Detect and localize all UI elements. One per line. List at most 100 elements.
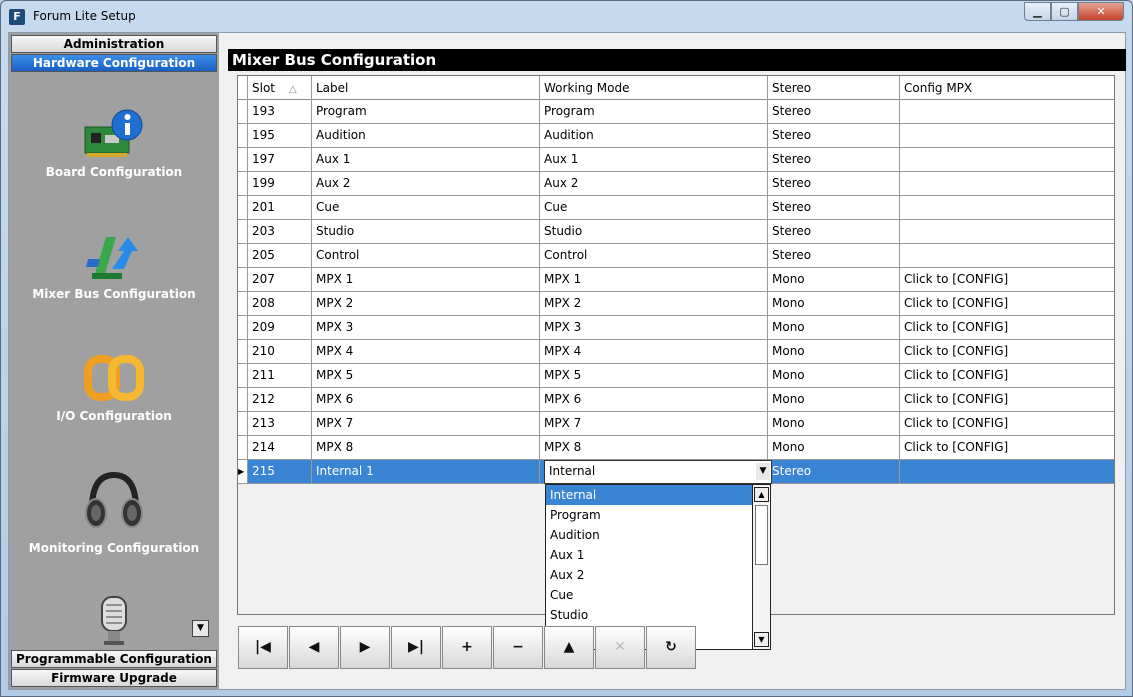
- cell-label[interactable]: MPX 5: [312, 364, 540, 388]
- sidebar-item-monitoring-configuration[interactable]: Monitoring Configuration: [9, 469, 219, 555]
- cell-label[interactable]: MPX 1: [312, 268, 540, 292]
- cell-stereo[interactable]: Stereo: [768, 244, 900, 268]
- sidebar-item-microphone[interactable]: [9, 595, 219, 647]
- cell-working-mode[interactable]: MPX 4: [540, 340, 768, 364]
- cell-slot[interactable]: 193: [248, 100, 312, 124]
- cell-working-mode[interactable]: Audition: [540, 124, 768, 148]
- cell-config-mpx[interactable]: [900, 196, 1114, 220]
- cell-working-mode[interactable]: Aux 2: [540, 172, 768, 196]
- cell-stereo[interactable]: Stereo: [768, 460, 900, 484]
- column-header-config-mpx[interactable]: Config MPX: [900, 76, 1114, 100]
- cell-stereo[interactable]: Stereo: [768, 196, 900, 220]
- cell-working-mode[interactable]: MPX 3: [540, 316, 768, 340]
- maximize-button[interactable]: ▢: [1051, 2, 1078, 21]
- cell-label[interactable]: Studio: [312, 220, 540, 244]
- dropdown-scrollbar[interactable]: ▲ ▼: [752, 485, 770, 649]
- cell-label[interactable]: Aux 2: [312, 172, 540, 196]
- prior-record-button[interactable]: ◀: [289, 626, 339, 669]
- cell-stereo[interactable]: Mono: [768, 268, 900, 292]
- cell-label[interactable]: Audition: [312, 124, 540, 148]
- cell-slot[interactable]: 207: [248, 268, 312, 292]
- cell-working-mode[interactable]: Cue: [540, 196, 768, 220]
- scroll-down-icon[interactable]: ▼: [754, 632, 769, 647]
- close-button[interactable]: ✕: [1078, 2, 1124, 21]
- cell-config-mpx[interactable]: Click to [CONFIG]: [900, 364, 1114, 388]
- dropdown-option[interactable]: Aux 2: [546, 565, 752, 585]
- sidebar-header-programmable-configuration[interactable]: Programmable Configuration: [11, 650, 217, 668]
- last-record-button[interactable]: ▶|: [391, 626, 441, 669]
- table-row[interactable]: 210 MPX 4 MPX 4 Mono Click to [CONFIG]: [238, 340, 1114, 364]
- chevron-down-icon[interactable]: ▼: [756, 463, 770, 480]
- cell-working-mode[interactable]: MPX 2: [540, 292, 768, 316]
- post-edit-button[interactable]: ▲: [544, 626, 594, 669]
- cell-stereo[interactable]: Mono: [768, 364, 900, 388]
- cell-stereo[interactable]: Stereo: [768, 148, 900, 172]
- cell-working-mode[interactable]: MPX 5: [540, 364, 768, 388]
- sidebar-header-firmware-upgrade[interactable]: Firmware Upgrade: [11, 669, 217, 687]
- cell-slot[interactable]: 205: [248, 244, 312, 268]
- cell-label[interactable]: Control: [312, 244, 540, 268]
- dropdown-option[interactable]: Cue: [546, 585, 752, 605]
- cell-working-mode[interactable]: MPX 6: [540, 388, 768, 412]
- scroll-up-icon[interactable]: ▲: [754, 487, 769, 502]
- cell-config-mpx[interactable]: [900, 460, 1114, 484]
- cell-slot[interactable]: 209: [248, 316, 312, 340]
- column-header-working-mode[interactable]: Working Mode: [540, 76, 768, 100]
- cell-config-mpx[interactable]: Click to [CONFIG]: [900, 436, 1114, 460]
- sidebar-header-administration[interactable]: Administration: [11, 35, 217, 53]
- cell-label[interactable]: MPX 3: [312, 316, 540, 340]
- table-row[interactable]: 209 MPX 3 MPX 3 Mono Click to [CONFIG]: [238, 316, 1114, 340]
- cell-slot[interactable]: 212: [248, 388, 312, 412]
- cell-working-mode[interactable]: MPX 8: [540, 436, 768, 460]
- scrollbar-thumb[interactable]: [755, 505, 768, 565]
- table-row[interactable]: 211 MPX 5 MPX 5 Mono Click to [CONFIG]: [238, 364, 1114, 388]
- cell-label[interactable]: Program: [312, 100, 540, 124]
- cell-config-mpx[interactable]: Click to [CONFIG]: [900, 292, 1114, 316]
- table-row[interactable]: 214 MPX 8 MPX 8 Mono Click to [CONFIG]: [238, 436, 1114, 460]
- cell-label[interactable]: MPX 8: [312, 436, 540, 460]
- table-row[interactable]: 207 MPX 1 MPX 1 Mono Click to [CONFIG]: [238, 268, 1114, 292]
- cell-config-mpx[interactable]: Click to [CONFIG]: [900, 316, 1114, 340]
- cell-config-mpx[interactable]: Click to [CONFIG]: [900, 388, 1114, 412]
- column-header-slot[interactable]: Slot △: [248, 76, 312, 100]
- cell-slot[interactable]: 203: [248, 220, 312, 244]
- cell-stereo[interactable]: Mono: [768, 436, 900, 460]
- cell-label[interactable]: Aux 1: [312, 148, 540, 172]
- cell-label[interactable]: MPX 6: [312, 388, 540, 412]
- cell-slot[interactable]: 199: [248, 172, 312, 196]
- cell-working-mode[interactable]: MPX 7: [540, 412, 768, 436]
- table-row[interactable]: 203 Studio Studio Stereo: [238, 220, 1114, 244]
- cell-label[interactable]: Cue: [312, 196, 540, 220]
- sidebar-item-mixer-bus-configuration[interactable]: Mixer Bus Configuration: [9, 229, 219, 301]
- cell-stereo[interactable]: Stereo: [768, 220, 900, 244]
- cell-slot[interactable]: 197: [248, 148, 312, 172]
- cell-config-mpx[interactable]: [900, 124, 1114, 148]
- sidebar-scroll-down-button[interactable]: ▼: [192, 620, 209, 637]
- column-header-stereo[interactable]: Stereo: [768, 76, 900, 100]
- cell-working-mode[interactable]: Control: [540, 244, 768, 268]
- cell-stereo[interactable]: Mono: [768, 292, 900, 316]
- cell-label[interactable]: MPX 4: [312, 340, 540, 364]
- cell-config-mpx[interactable]: [900, 148, 1114, 172]
- cell-slot[interactable]: 214: [248, 436, 312, 460]
- table-row[interactable]: 193 Program Program Stereo: [238, 100, 1114, 124]
- cell-stereo[interactable]: Stereo: [768, 172, 900, 196]
- cell-stereo[interactable]: Stereo: [768, 100, 900, 124]
- table-row[interactable]: 201 Cue Cue Stereo: [238, 196, 1114, 220]
- cell-stereo[interactable]: Mono: [768, 340, 900, 364]
- column-header-label[interactable]: Label: [312, 76, 540, 100]
- cell-stereo[interactable]: Stereo: [768, 124, 900, 148]
- cell-slot[interactable]: 195: [248, 124, 312, 148]
- dropdown-option[interactable]: Internal: [546, 485, 752, 505]
- cell-stereo[interactable]: Mono: [768, 316, 900, 340]
- sidebar-header-hardware-configuration[interactable]: Hardware Configuration: [11, 54, 217, 72]
- cell-slot[interactable]: 208: [248, 292, 312, 316]
- cell-slot[interactable]: 213: [248, 412, 312, 436]
- cell-config-mpx[interactable]: Click to [CONFIG]: [900, 340, 1114, 364]
- sidebar-item-io-configuration[interactable]: I/O Configuration: [9, 351, 219, 423]
- cell-config-mpx[interactable]: Click to [CONFIG]: [900, 268, 1114, 292]
- delete-record-button[interactable]: −: [493, 626, 543, 669]
- cell-stereo[interactable]: Mono: [768, 412, 900, 436]
- cell-label[interactable]: Internal 1: [312, 460, 540, 484]
- cancel-edit-button[interactable]: ✕: [595, 626, 645, 669]
